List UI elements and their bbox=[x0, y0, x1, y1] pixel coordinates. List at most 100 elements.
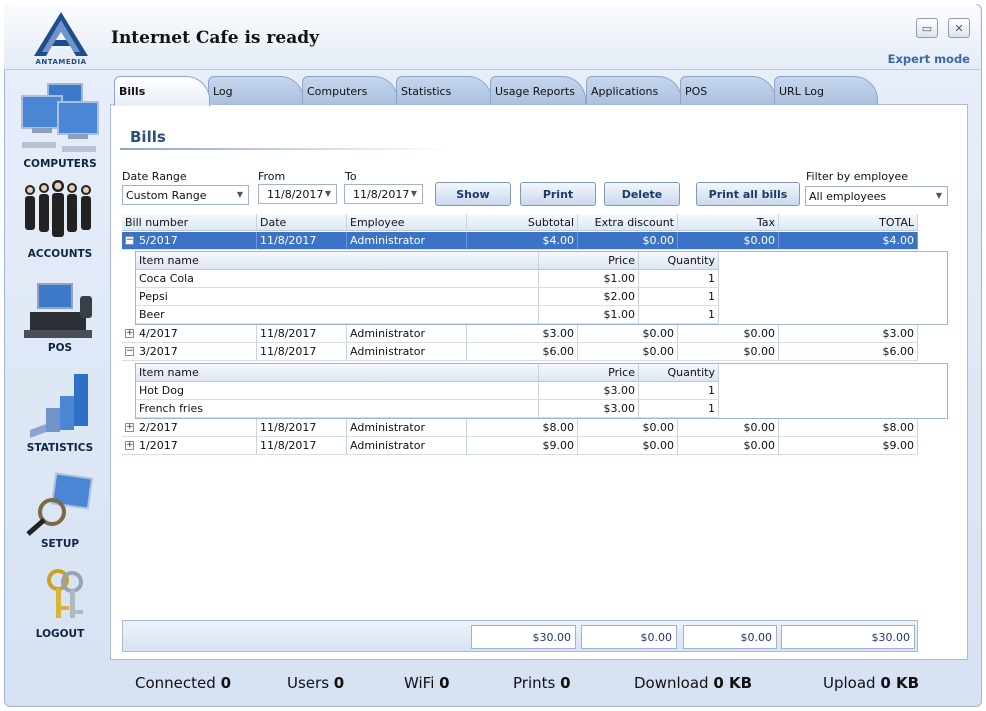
chevron-down-icon: ▼ bbox=[410, 189, 417, 198]
sidebar-item-setup[interactable]: SETUP bbox=[10, 472, 110, 550]
discount-cell: $0.00 bbox=[578, 419, 678, 436]
tab-pos[interactable]: POS bbox=[680, 76, 776, 106]
column-header-date[interactable]: Date bbox=[257, 214, 347, 231]
bill-number-cell: 5/2017 bbox=[136, 232, 257, 249]
tab-computers[interactable]: Computers bbox=[302, 76, 398, 106]
table-row[interactable]: − 5/2017 11/8/2017 Administrator $4.00 $… bbox=[122, 232, 918, 250]
expand-icon[interactable]: + bbox=[125, 329, 134, 338]
item-name-cell: Pepsi bbox=[136, 288, 539, 305]
print-all-bills-button[interactable]: Print all bills bbox=[696, 182, 800, 206]
logout-icon bbox=[47, 569, 83, 618]
total-cell: $9.00 bbox=[779, 437, 918, 454]
employee-cell: Administrator bbox=[347, 325, 467, 342]
from-date-picker[interactable]: 11/8/2017 ▼ bbox=[258, 184, 337, 204]
sidebar-item-statistics[interactable]: STATISTICS bbox=[10, 370, 110, 454]
quantity-cell: 1 bbox=[639, 382, 719, 399]
minimize-button[interactable]: ▭ bbox=[916, 18, 938, 38]
expert-mode-link[interactable]: Expert mode bbox=[888, 52, 970, 66]
close-button[interactable]: ✕ bbox=[948, 18, 970, 38]
price-cell: $1.00 bbox=[539, 270, 639, 287]
status-prints-label: Prints bbox=[513, 674, 556, 692]
list-item[interactable]: Hot Dog $3.00 1 bbox=[136, 382, 719, 400]
tax-cell: $0.00 bbox=[678, 437, 779, 454]
list-item[interactable]: Coca Cola $1.00 1 bbox=[136, 270, 719, 288]
column-header-quantity[interactable]: Quantity bbox=[639, 364, 719, 382]
sidebar-item-logout[interactable]: LOGOUT bbox=[10, 566, 110, 640]
item-name-cell: Hot Dog bbox=[136, 382, 539, 399]
expand-icon[interactable]: + bbox=[125, 441, 134, 450]
date-range-label: Date Range bbox=[122, 170, 187, 183]
column-header-bill-number[interactable]: Bill number bbox=[122, 214, 257, 231]
collapse-icon[interactable]: − bbox=[125, 236, 134, 245]
status-connected: Connected 0 bbox=[135, 674, 231, 692]
tab-log[interactable]: Log bbox=[208, 76, 304, 106]
tax-cell: $0.00 bbox=[678, 325, 779, 342]
sidebar-label-setup: SETUP bbox=[40, 538, 80, 550]
list-item[interactable]: Pepsi $2.00 1 bbox=[136, 288, 719, 306]
status-users-value: 0 bbox=[333, 674, 345, 692]
expand-icon[interactable]: + bbox=[125, 423, 134, 432]
logo-text: ANTAMEDIA bbox=[35, 58, 87, 66]
list-item[interactable]: Beer $1.00 1 bbox=[136, 306, 719, 324]
heading-divider bbox=[120, 148, 450, 150]
tab-applications[interactable]: Applications bbox=[586, 76, 682, 106]
status-connected-label: Connected bbox=[135, 674, 216, 692]
collapse-icon[interactable]: − bbox=[125, 347, 134, 356]
quantity-cell: 1 bbox=[639, 288, 719, 305]
statistics-icon bbox=[30, 374, 88, 438]
total-subtotal: $30.00 bbox=[471, 625, 576, 649]
price-cell: $2.00 bbox=[539, 288, 639, 305]
table-row[interactable]: + 2/2017 11/8/2017 Administrator $8.00 $… bbox=[122, 419, 918, 437]
column-header-quantity[interactable]: Quantity bbox=[639, 252, 719, 270]
chevron-down-icon: ▼ bbox=[324, 189, 331, 198]
date-cell: 11/8/2017 bbox=[257, 232, 347, 249]
date-range-select[interactable]: Custom Range ▼ bbox=[122, 185, 249, 205]
bill-number-cell: 1/2017 bbox=[136, 437, 257, 454]
sidebar-item-accounts[interactable]: ACCOUNTS bbox=[10, 180, 110, 260]
column-header-item-name[interactable]: Item name bbox=[136, 364, 539, 382]
column-header-employee[interactable]: Employee bbox=[347, 214, 467, 231]
employee-filter-select[interactable]: All employees ▼ bbox=[805, 186, 948, 206]
item-name-cell: Beer bbox=[136, 306, 539, 323]
column-header-price[interactable]: Price bbox=[539, 252, 639, 270]
table-row[interactable]: + 4/2017 11/8/2017 Administrator $3.00 $… bbox=[122, 325, 918, 343]
discount-cell: $0.00 bbox=[578, 232, 678, 249]
subtotal-cell: $8.00 bbox=[467, 419, 578, 436]
sidebar-label-accounts: ACCOUNTS bbox=[27, 248, 93, 260]
column-header-extra-discount[interactable]: Extra discount bbox=[578, 214, 678, 231]
status-users: Users 0 bbox=[287, 674, 344, 692]
tab-url-log[interactable]: URL Log bbox=[774, 76, 878, 106]
column-header-total[interactable]: TOTAL bbox=[779, 214, 918, 231]
employee-cell: Administrator bbox=[347, 419, 467, 436]
column-header-item-name[interactable]: Item name bbox=[136, 252, 539, 270]
bill-number-cell: 3/2017 bbox=[136, 343, 257, 360]
employee-cell: Administrator bbox=[347, 343, 467, 360]
tax-cell: $0.00 bbox=[678, 343, 779, 360]
delete-button[interactable]: Delete bbox=[604, 182, 680, 206]
app-header: ANTAMEDIA Internet Cafe is ready ▭ ✕ Exp… bbox=[4, 4, 980, 70]
show-button[interactable]: Show bbox=[435, 182, 511, 206]
tab-bills[interactable]: Bills bbox=[114, 76, 210, 106]
column-header-price[interactable]: Price bbox=[539, 364, 639, 382]
table-row[interactable]: + 1/2017 11/8/2017 Administrator $9.00 $… bbox=[122, 437, 918, 455]
quantity-cell: 1 bbox=[639, 270, 719, 287]
tab-statistics[interactable]: Statistics bbox=[396, 76, 492, 106]
status-wifi-label: WiFi bbox=[404, 674, 435, 692]
tab-usage-reports[interactable]: Usage Reports bbox=[490, 76, 586, 106]
date-range-value: Custom Range bbox=[126, 189, 207, 202]
item-name-cell: Coca Cola bbox=[136, 270, 539, 287]
sidebar-item-computers[interactable]: COMPUTERS bbox=[10, 82, 110, 170]
column-header-subtotal[interactable]: Subtotal bbox=[467, 214, 578, 231]
employee-filter-value: All employees bbox=[809, 190, 887, 203]
column-header-tax[interactable]: Tax bbox=[678, 214, 779, 231]
bill-number-cell: 2/2017 bbox=[136, 419, 257, 436]
print-button[interactable]: Print bbox=[520, 182, 596, 206]
discount-cell: $0.00 bbox=[578, 325, 678, 342]
sidebar-item-pos[interactable]: POS bbox=[10, 282, 110, 354]
close-icon: ✕ bbox=[954, 21, 964, 35]
subtotal-cell: $4.00 bbox=[467, 232, 578, 249]
computers-icon bbox=[21, 83, 99, 152]
table-row[interactable]: − 3/2017 11/8/2017 Administrator $6.00 $… bbox=[122, 343, 918, 361]
to-date-picker[interactable]: 11/8/2017 ▼ bbox=[344, 184, 423, 204]
list-item[interactable]: French fries $3.00 1 bbox=[136, 400, 719, 418]
